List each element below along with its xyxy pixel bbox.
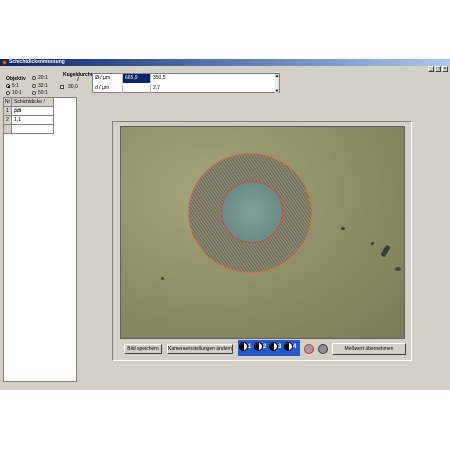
app-window: Schichtdickenmessung _ □ × Objektiv 20:1…: [0, 58, 450, 390]
tab-3[interactable]: 3: [268, 340, 283, 356]
radio-label: 20:1: [38, 75, 48, 81]
radio-dot: [32, 84, 36, 88]
tab-number: 1: [248, 344, 252, 350]
image-speck: [341, 227, 345, 230]
tab-1[interactable]: 1: [238, 340, 253, 356]
cell-value[interactable]: 665,9: [123, 74, 151, 83]
radio-dot: [32, 76, 36, 80]
grid-header-row: Nr Schichtdicke / µm: [4, 98, 56, 114]
cell-value[interactable]: 350,5: [151, 74, 278, 83]
close-button[interactable]: ×: [442, 66, 448, 72]
table-row-empty[interactable]: [4, 125, 56, 134]
objektiv-label: Objektiv: [6, 76, 26, 82]
radio-label: 50:1: [38, 90, 48, 96]
target-circle-button[interactable]: [304, 344, 314, 354]
radio-objektiv-5[interactable]: 5:1: [6, 83, 19, 89]
results-grid[interactable]: Nr Schichtdicke / µm 1 3,3 2 1,1: [3, 97, 77, 382]
save-image-button[interactable]: Bild speichern: [124, 344, 162, 354]
camera-image[interactable]: [120, 126, 405, 339]
col-header: Schichtdicke / µm: [12, 98, 54, 114]
radio-label: 10:1: [12, 90, 22, 96]
row-label: d / µm: [93, 84, 123, 93]
row-value[interactable]: 1,1: [12, 116, 54, 125]
radio-dot-selected: [6, 84, 10, 88]
half-circle-icon: [269, 342, 278, 351]
image-streak: [380, 244, 391, 258]
image-speck: [161, 277, 164, 280]
tab-4[interactable]: 4: [283, 340, 298, 356]
minimize-button[interactable]: _: [428, 66, 434, 72]
app-icon: [2, 60, 7, 65]
row-label: Ø / µm: [93, 74, 123, 83]
kugel-value[interactable]: 30,0: [68, 84, 78, 90]
radio-objektiv-10[interactable]: 10:1: [6, 90, 22, 96]
row-number: [4, 125, 12, 134]
tab-2[interactable]: 2: [253, 340, 268, 356]
col-no-header: Nr: [4, 98, 12, 107]
title-bar: Schichtdickenmessung: [0, 59, 450, 66]
tab-number: 4: [293, 344, 297, 350]
measurement-table[interactable]: Ø / µm 665,9 350,5 d / µm 2,7 ▲ ▼: [92, 73, 280, 93]
window-title: Schichtdickenmessung: [9, 59, 65, 65]
cell-value[interactable]: [123, 84, 151, 93]
table-scrollbar[interactable]: ▲ ▼: [275, 74, 279, 93]
half-circle-icon: [284, 342, 293, 351]
half-circle-icon: [254, 342, 263, 351]
inner-measurement-circle: [221, 181, 283, 243]
tab-number: 2: [263, 344, 267, 350]
cell-value[interactable]: 2,7: [151, 84, 278, 93]
table-row[interactable]: 1 3,3: [4, 107, 56, 116]
table-row: Ø / µm 665,9 350,5: [93, 74, 278, 83]
kugel-checkbox[interactable]: [60, 85, 64, 89]
radio-label: 5:1: [12, 83, 19, 89]
camera-settings-button[interactable]: Kameraeinstellungen ändern: [167, 344, 233, 354]
scroll-up-icon[interactable]: ▲: [275, 74, 279, 78]
gray-circle-button[interactable]: [318, 344, 328, 354]
row-value-empty[interactable]: [12, 125, 54, 134]
row-number: 1: [4, 107, 12, 116]
restore-button[interactable]: □: [435, 66, 441, 72]
radio-dot: [32, 91, 36, 95]
radio-dot: [6, 91, 10, 95]
table-row[interactable]: 2 1,1: [4, 116, 56, 125]
row-value[interactable]: 3,3: [12, 107, 54, 116]
radio-objektiv-32[interactable]: 32:1: [32, 83, 48, 89]
tab-number: 3: [278, 344, 282, 350]
image-speck: [395, 267, 401, 271]
take-measurement-button[interactable]: Meßwert übernehmen: [332, 343, 406, 355]
objektiv-group: Objektiv 20:1 5:1 32:1 10:1 50:1: [1, 67, 59, 96]
scroll-down-icon[interactable]: ▼: [275, 89, 279, 93]
radio-objektiv-50[interactable]: 50:1: [32, 90, 48, 96]
half-circle-icon: [239, 342, 248, 351]
radio-objektiv-20[interactable]: 20:1: [32, 75, 48, 81]
row-number: 2: [4, 116, 12, 125]
radio-label: 32:1: [38, 83, 48, 89]
image-speck: [371, 242, 374, 245]
kugel-label: Kugeldurchmesser /: [63, 72, 109, 83]
table-row: d / µm 2,7: [93, 84, 278, 93]
measurement-tab-strip: 1 2 3 4: [238, 340, 300, 356]
